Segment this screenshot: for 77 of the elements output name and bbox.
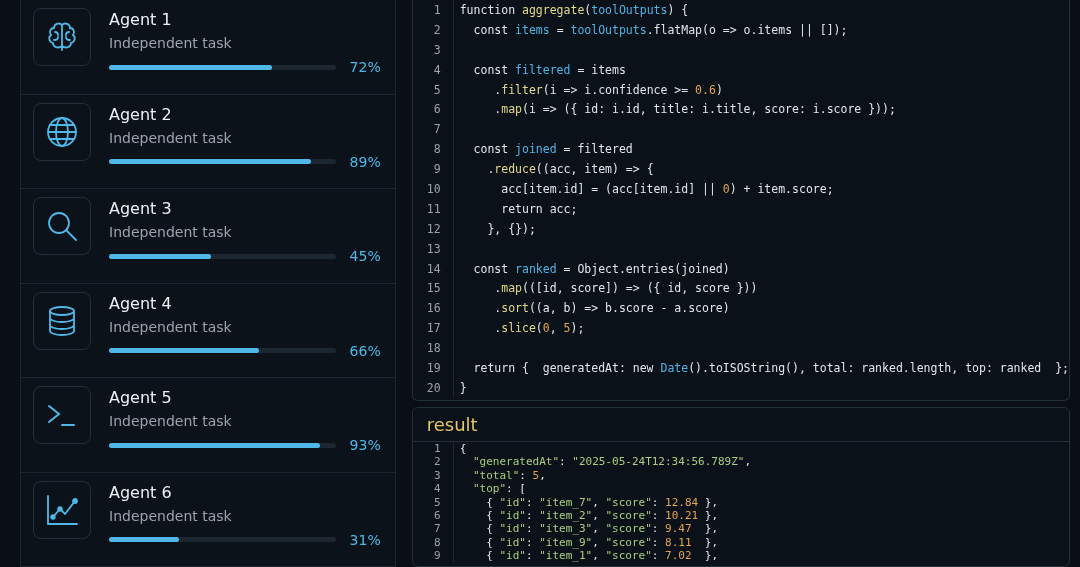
line-number: 2 xyxy=(412,455,454,469)
line-number: 18 xyxy=(412,338,454,359)
line-number: 13 xyxy=(412,238,454,259)
line-number: 3 xyxy=(412,39,454,60)
code-line: "top": [ xyxy=(471,482,526,496)
code-line: return { generatedAt: new Date().toISOString(), total: ranked.length, top: ranked }; xyxy=(472,360,1069,375)
globe-icon xyxy=(45,114,79,149)
code-line: { "id": "item_9", "score": 8.11 }, xyxy=(485,535,719,549)
line-number: 4 xyxy=(412,59,454,80)
code-line: const items = toolOutputs.flatMap(o => o.items || []); xyxy=(472,22,848,37)
code-line: .map(([id, score]) => ({ id, score })) xyxy=(493,281,758,296)
line-number: 1 xyxy=(412,0,454,20)
line-number: 8 xyxy=(412,139,454,160)
code-line: function aggregate(toolOutputs) { xyxy=(458,2,689,17)
agent-task: Independent task xyxy=(109,413,233,429)
line-number: 7 xyxy=(412,119,454,140)
progress-percent: 66% xyxy=(349,342,381,359)
line-number: 17 xyxy=(412,318,454,339)
code-line: } xyxy=(458,380,467,395)
line-number: 1 xyxy=(412,441,454,456)
code-line: .map(i => ({ id: i.id, title: i.title, score: i.score })); xyxy=(493,102,896,117)
line-number: 6 xyxy=(412,99,454,120)
agent-name: Agent 2 xyxy=(109,104,173,124)
line-number: 9 xyxy=(412,548,454,563)
agent-name: Agent 3 xyxy=(109,199,173,218)
progress-percent: 72% xyxy=(349,59,381,75)
progress-percent: 93% xyxy=(349,437,381,453)
line-number: 6 xyxy=(412,508,454,523)
line-number: 3 xyxy=(412,468,454,482)
agent-task: Independent task xyxy=(109,129,233,146)
agent-name: Agent 1 xyxy=(109,10,173,29)
line-number: 16 xyxy=(412,298,454,319)
line-number: 5 xyxy=(412,79,454,100)
line-number: 4 xyxy=(412,482,454,496)
brain-icon xyxy=(45,20,79,54)
agent-task: Independent task xyxy=(109,318,233,335)
agent-name: Agent 5 xyxy=(109,388,173,407)
line-number: 5 xyxy=(412,495,454,509)
agent-task: Independent task xyxy=(109,224,233,240)
line-number: 12 xyxy=(412,218,454,239)
search-icon xyxy=(45,209,79,243)
agent-task: Independent task xyxy=(109,35,233,51)
code-line: .reduce((acc, item) => { xyxy=(486,162,654,177)
code-line: .slice(0, 5); xyxy=(493,321,585,336)
code-line: const ranked = Object.entries(joined) xyxy=(472,261,730,276)
code-line: { "id": "item_7", "score": 12.84 }, xyxy=(485,495,719,509)
code-line: "generatedAt": "2025-05-24T12:34:56.789Z", xyxy=(471,455,752,469)
line-number: 14 xyxy=(412,258,454,279)
code-line: }, {}); xyxy=(486,221,536,236)
code-line: { "id": "item_3", "score": 9.47 }, xyxy=(485,522,719,536)
line-number: 10 xyxy=(412,179,454,199)
line-number: 11 xyxy=(412,198,454,219)
code-line: .sort((a, b) => b.score - a.score) xyxy=(493,301,730,316)
code-line: return acc; xyxy=(500,201,578,216)
code-line: acc[item.id] = (acc[item.id] || 0) + item.score; xyxy=(500,181,834,196)
code-line: .filter(i => i.confidence >= 0.6) xyxy=(493,82,723,97)
line-number: 7 xyxy=(412,522,454,536)
progress-percent: 31% xyxy=(349,531,381,548)
agent-name: Agent 4 xyxy=(109,293,173,313)
code-line: { xyxy=(458,442,467,455)
panel-title: result xyxy=(412,407,1069,442)
agent-task: Independent task xyxy=(109,507,233,524)
code-line: { "id": "item_2", "score": 10.21 }, xyxy=(485,508,719,522)
line-number: 8 xyxy=(412,535,454,549)
code-line: "total": 5, xyxy=(471,468,546,482)
progress-percent: 89% xyxy=(349,153,381,170)
line-number: 9 xyxy=(412,159,454,179)
code-line: { "id": "item_1", "score": 7.02 }, xyxy=(485,549,719,563)
code-line: const joined = filtered xyxy=(472,142,633,157)
progress-percent: 45% xyxy=(349,248,381,264)
line-number: 19 xyxy=(412,358,454,378)
line-number: 15 xyxy=(412,278,454,299)
line-number: 2 xyxy=(412,19,454,40)
code-line: const filtered = items xyxy=(472,62,626,77)
agent-name: Agent 6 xyxy=(109,482,173,502)
line-chart-icon xyxy=(45,492,79,527)
line-number: 20 xyxy=(412,377,454,398)
